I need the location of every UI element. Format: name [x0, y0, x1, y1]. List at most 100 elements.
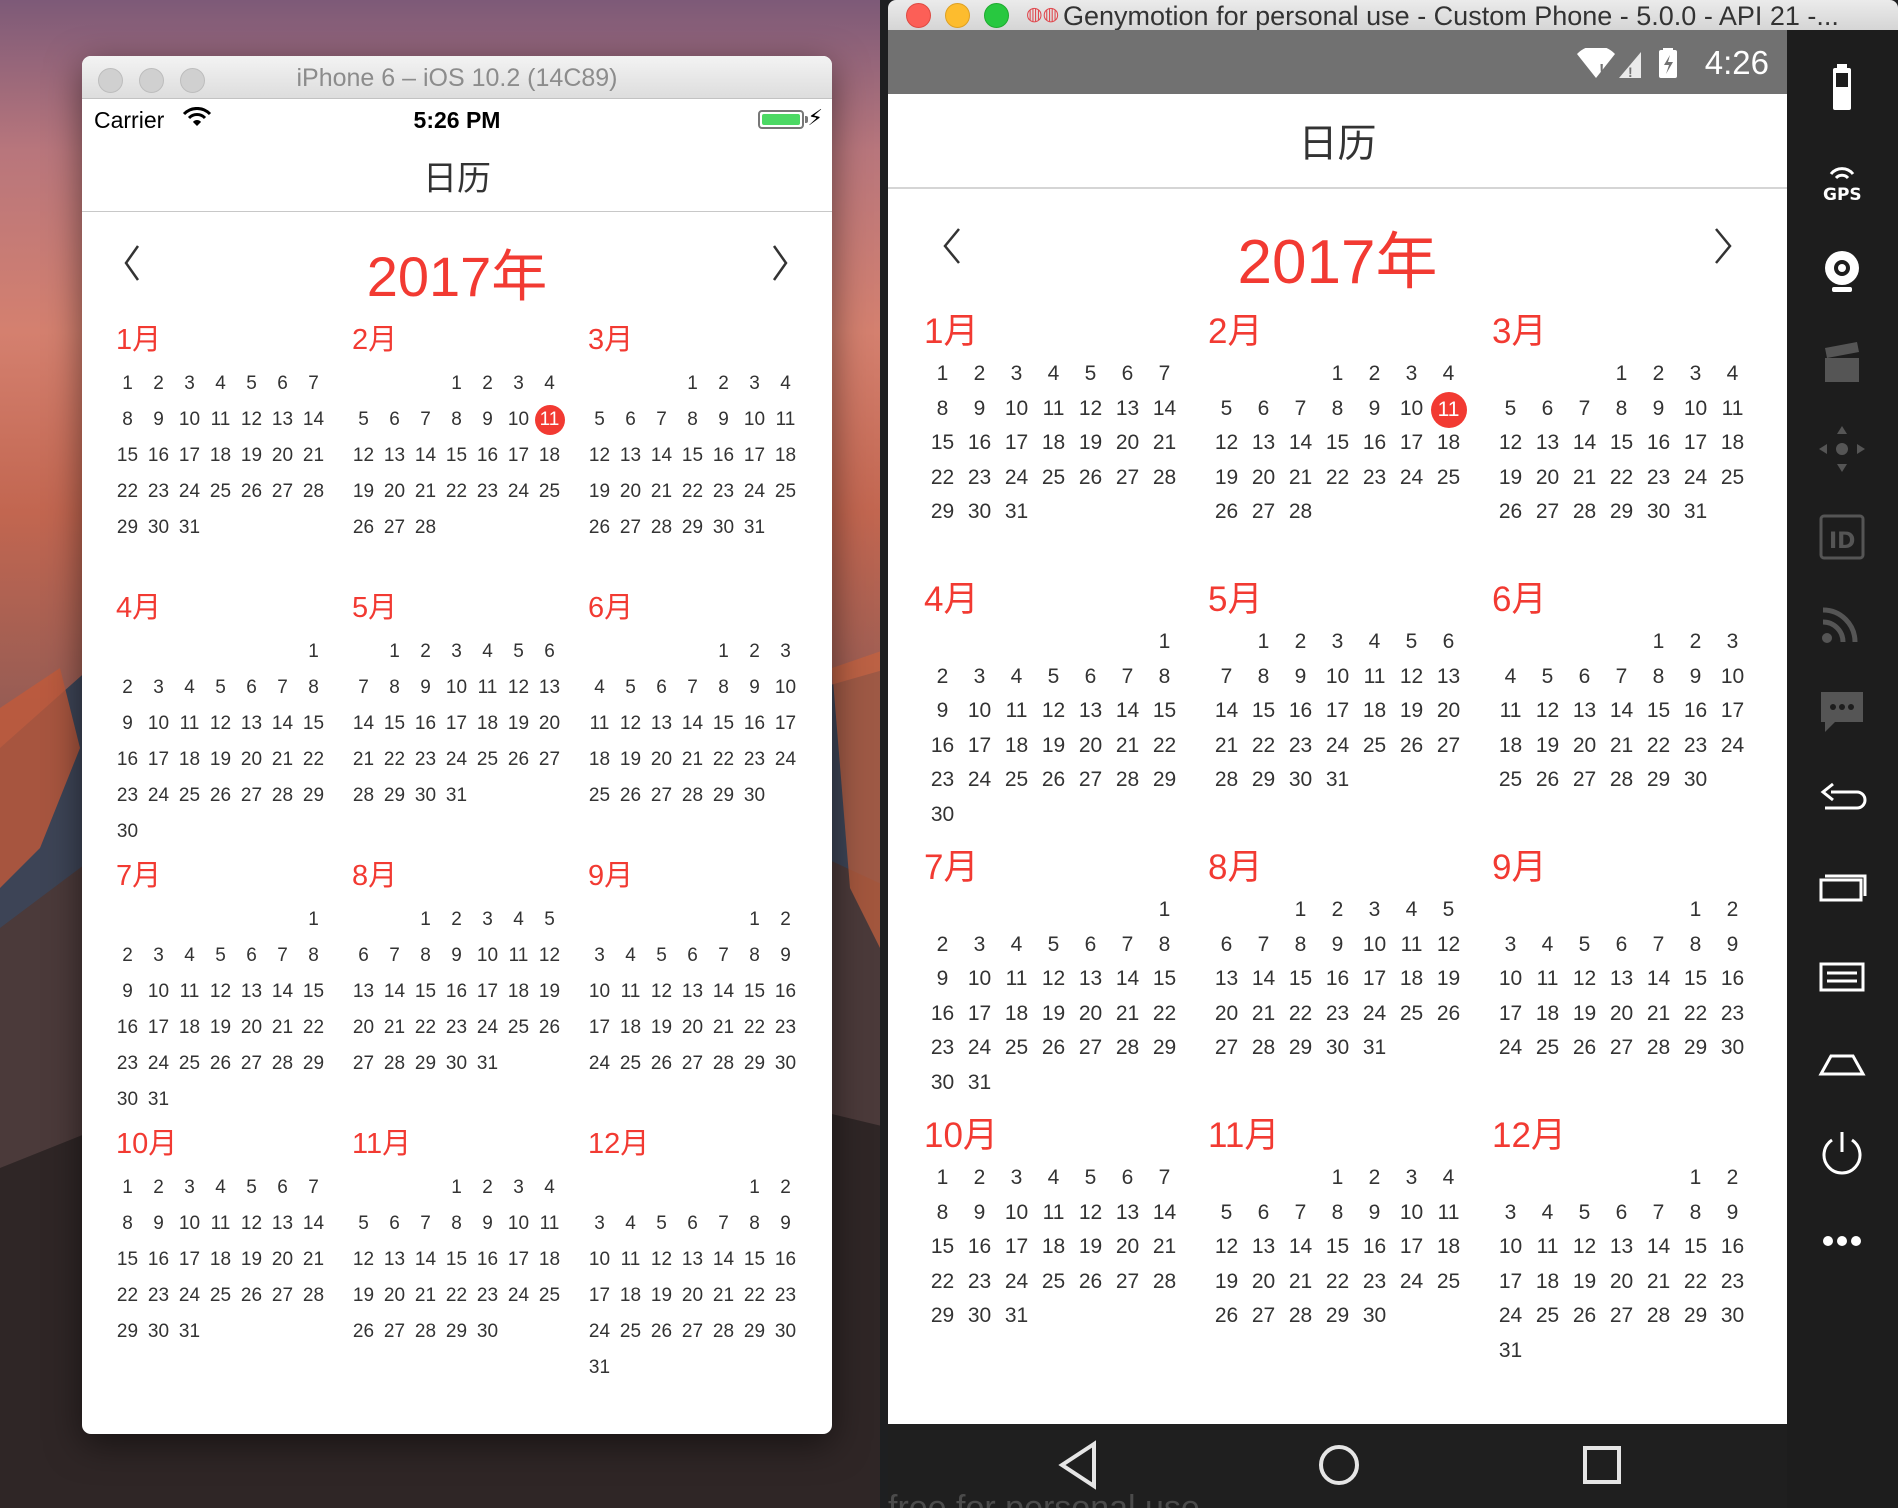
- close-window-button[interactable]: [906, 3, 931, 28]
- day-cell[interactable]: 4: [472, 634, 503, 670]
- day-cell[interactable]: 18: [1529, 997, 1566, 1032]
- day-cell[interactable]: 20: [379, 1278, 410, 1314]
- day-cell[interactable]: 23: [1356, 1265, 1393, 1300]
- day-cell[interactable]: 19: [1035, 997, 1072, 1032]
- day-cell[interactable]: 29: [1603, 495, 1640, 530]
- day-cell[interactable]: 20: [379, 474, 410, 510]
- day-cell[interactable]: 26: [1208, 1299, 1245, 1334]
- day-cell[interactable]: 17: [1356, 962, 1393, 997]
- day-cell[interactable]: 10: [441, 670, 472, 706]
- day-cell[interactable]: 13: [379, 1242, 410, 1278]
- day-cell[interactable]: 13: [646, 706, 677, 742]
- day-cell[interactable]: 4: [1529, 1196, 1566, 1231]
- day-cell[interactable]: 9: [1282, 660, 1319, 695]
- day-cell[interactable]: 5: [1393, 625, 1430, 660]
- day-cell[interactable]: 17: [174, 438, 205, 474]
- day-cell[interactable]: 27: [677, 1046, 708, 1082]
- day-cell[interactable]: 27: [267, 474, 298, 510]
- day-cell[interactable]: 16: [770, 1242, 801, 1278]
- day-cell[interactable]: 7: [708, 1206, 739, 1242]
- day-cell[interactable]: 19: [1208, 461, 1245, 496]
- day-cell[interactable]: 27: [1072, 1031, 1109, 1066]
- day-cell[interactable]: 20: [1529, 461, 1566, 496]
- day-cell[interactable]: 31: [472, 1046, 503, 1082]
- day-cell[interactable]: 12: [205, 974, 236, 1010]
- day-cell[interactable]: 7: [1603, 660, 1640, 695]
- day-cell[interactable]: 23: [739, 742, 770, 778]
- day-cell[interactable]: 5: [1430, 893, 1467, 928]
- day-cell[interactable]: 12: [1566, 1230, 1603, 1265]
- day-cell[interactable]: 18: [174, 742, 205, 778]
- day-cell[interactable]: 24: [1677, 461, 1714, 496]
- day-cell[interactable]: 25: [1714, 461, 1751, 496]
- day-cell[interactable]: 18: [1035, 426, 1072, 461]
- day-cell[interactable]: 27: [1208, 1031, 1245, 1066]
- day-cell[interactable]: 2: [739, 634, 770, 670]
- day-cell[interactable]: 11: [1714, 392, 1751, 427]
- day-cell[interactable]: 24: [961, 1031, 998, 1066]
- day-cell[interactable]: 3: [143, 670, 174, 706]
- day-cell[interactable]: 23: [143, 474, 174, 510]
- day-cell[interactable]: 3: [770, 634, 801, 670]
- day-cell[interactable]: 3: [1356, 893, 1393, 928]
- day-cell[interactable]: 10: [1714, 660, 1751, 695]
- day-cell[interactable]: 29: [1640, 763, 1677, 798]
- day-cell[interactable]: 16: [708, 438, 739, 474]
- day-cell[interactable]: 7: [1146, 357, 1183, 392]
- day-cell[interactable]: 30: [961, 1299, 998, 1334]
- day-cell[interactable]: 15: [1245, 694, 1282, 729]
- day-cell[interactable]: 12: [1393, 660, 1430, 695]
- day-cell[interactable]: 22: [924, 1265, 961, 1300]
- day-cell[interactable]: 24: [770, 742, 801, 778]
- day-cell[interactable]: 3: [961, 660, 998, 695]
- day-cell[interactable]: 16: [1714, 1230, 1751, 1265]
- day-cell[interactable]: 8: [112, 402, 143, 438]
- day-cell[interactable]: 23: [770, 1010, 801, 1046]
- day-cell[interactable]: 25: [615, 1046, 646, 1082]
- day-cell[interactable]: 30: [924, 798, 961, 833]
- day-cell[interactable]: 6: [534, 634, 565, 670]
- day-cell[interactable]: 13: [1430, 660, 1467, 695]
- day-cell[interactable]: 21: [1208, 729, 1245, 764]
- day-cell[interactable]: 27: [236, 1046, 267, 1082]
- day-cell[interactable]: 7: [1566, 392, 1603, 427]
- day-cell[interactable]: 4: [770, 366, 801, 402]
- day-cell[interactable]: 26: [646, 1314, 677, 1350]
- day-cell[interactable]: 28: [1109, 763, 1146, 798]
- day-cell[interactable]: 20: [615, 474, 646, 510]
- day-cell[interactable]: 26: [205, 1046, 236, 1082]
- day-cell[interactable]: 11: [1492, 694, 1529, 729]
- day-cell[interactable]: 12: [646, 974, 677, 1010]
- day-cell[interactable]: 4: [1529, 928, 1566, 963]
- day-cell[interactable]: 28: [1245, 1031, 1282, 1066]
- day-cell[interactable]: 19: [1072, 426, 1109, 461]
- day-cell[interactable]: 6: [677, 1206, 708, 1242]
- day-cell[interactable]: 5: [348, 1206, 379, 1242]
- day-cell[interactable]: 23: [1356, 461, 1393, 496]
- day-cell[interactable]: 27: [379, 510, 410, 546]
- day-cell[interactable]: 24: [739, 474, 770, 510]
- day-cell[interactable]: 21: [1146, 426, 1183, 461]
- day-cell[interactable]: 4: [1393, 893, 1430, 928]
- day-cell[interactable]: 21: [1603, 729, 1640, 764]
- day-cell[interactable]: 24: [998, 461, 1035, 496]
- day-cell[interactable]: 2: [770, 902, 801, 938]
- day-cell[interactable]: 13: [534, 670, 565, 706]
- day-cell[interactable]: 24: [961, 763, 998, 798]
- day-cell[interactable]: 14: [1282, 426, 1319, 461]
- day-cell[interactable]: 25: [174, 1046, 205, 1082]
- day-cell[interactable]: 25: [584, 778, 615, 814]
- day-cell[interactable]: 1: [1677, 893, 1714, 928]
- day-cell[interactable]: 27: [534, 742, 565, 778]
- day-cell[interactable]: 15: [441, 438, 472, 474]
- day-cell[interactable]: 4: [503, 902, 534, 938]
- day-cell[interactable]: 17: [584, 1278, 615, 1314]
- day-cell[interactable]: 1: [1640, 625, 1677, 660]
- day-cell[interactable]: 15: [410, 974, 441, 1010]
- day-cell[interactable]: 16: [410, 706, 441, 742]
- day-cell[interactable]: 21: [298, 1242, 329, 1278]
- day-cell[interactable]: 14: [267, 974, 298, 1010]
- day-cell[interactable]: 6: [1566, 660, 1603, 695]
- day-cell[interactable]: 27: [1109, 461, 1146, 496]
- today-day-cell[interactable]: 11: [534, 405, 565, 435]
